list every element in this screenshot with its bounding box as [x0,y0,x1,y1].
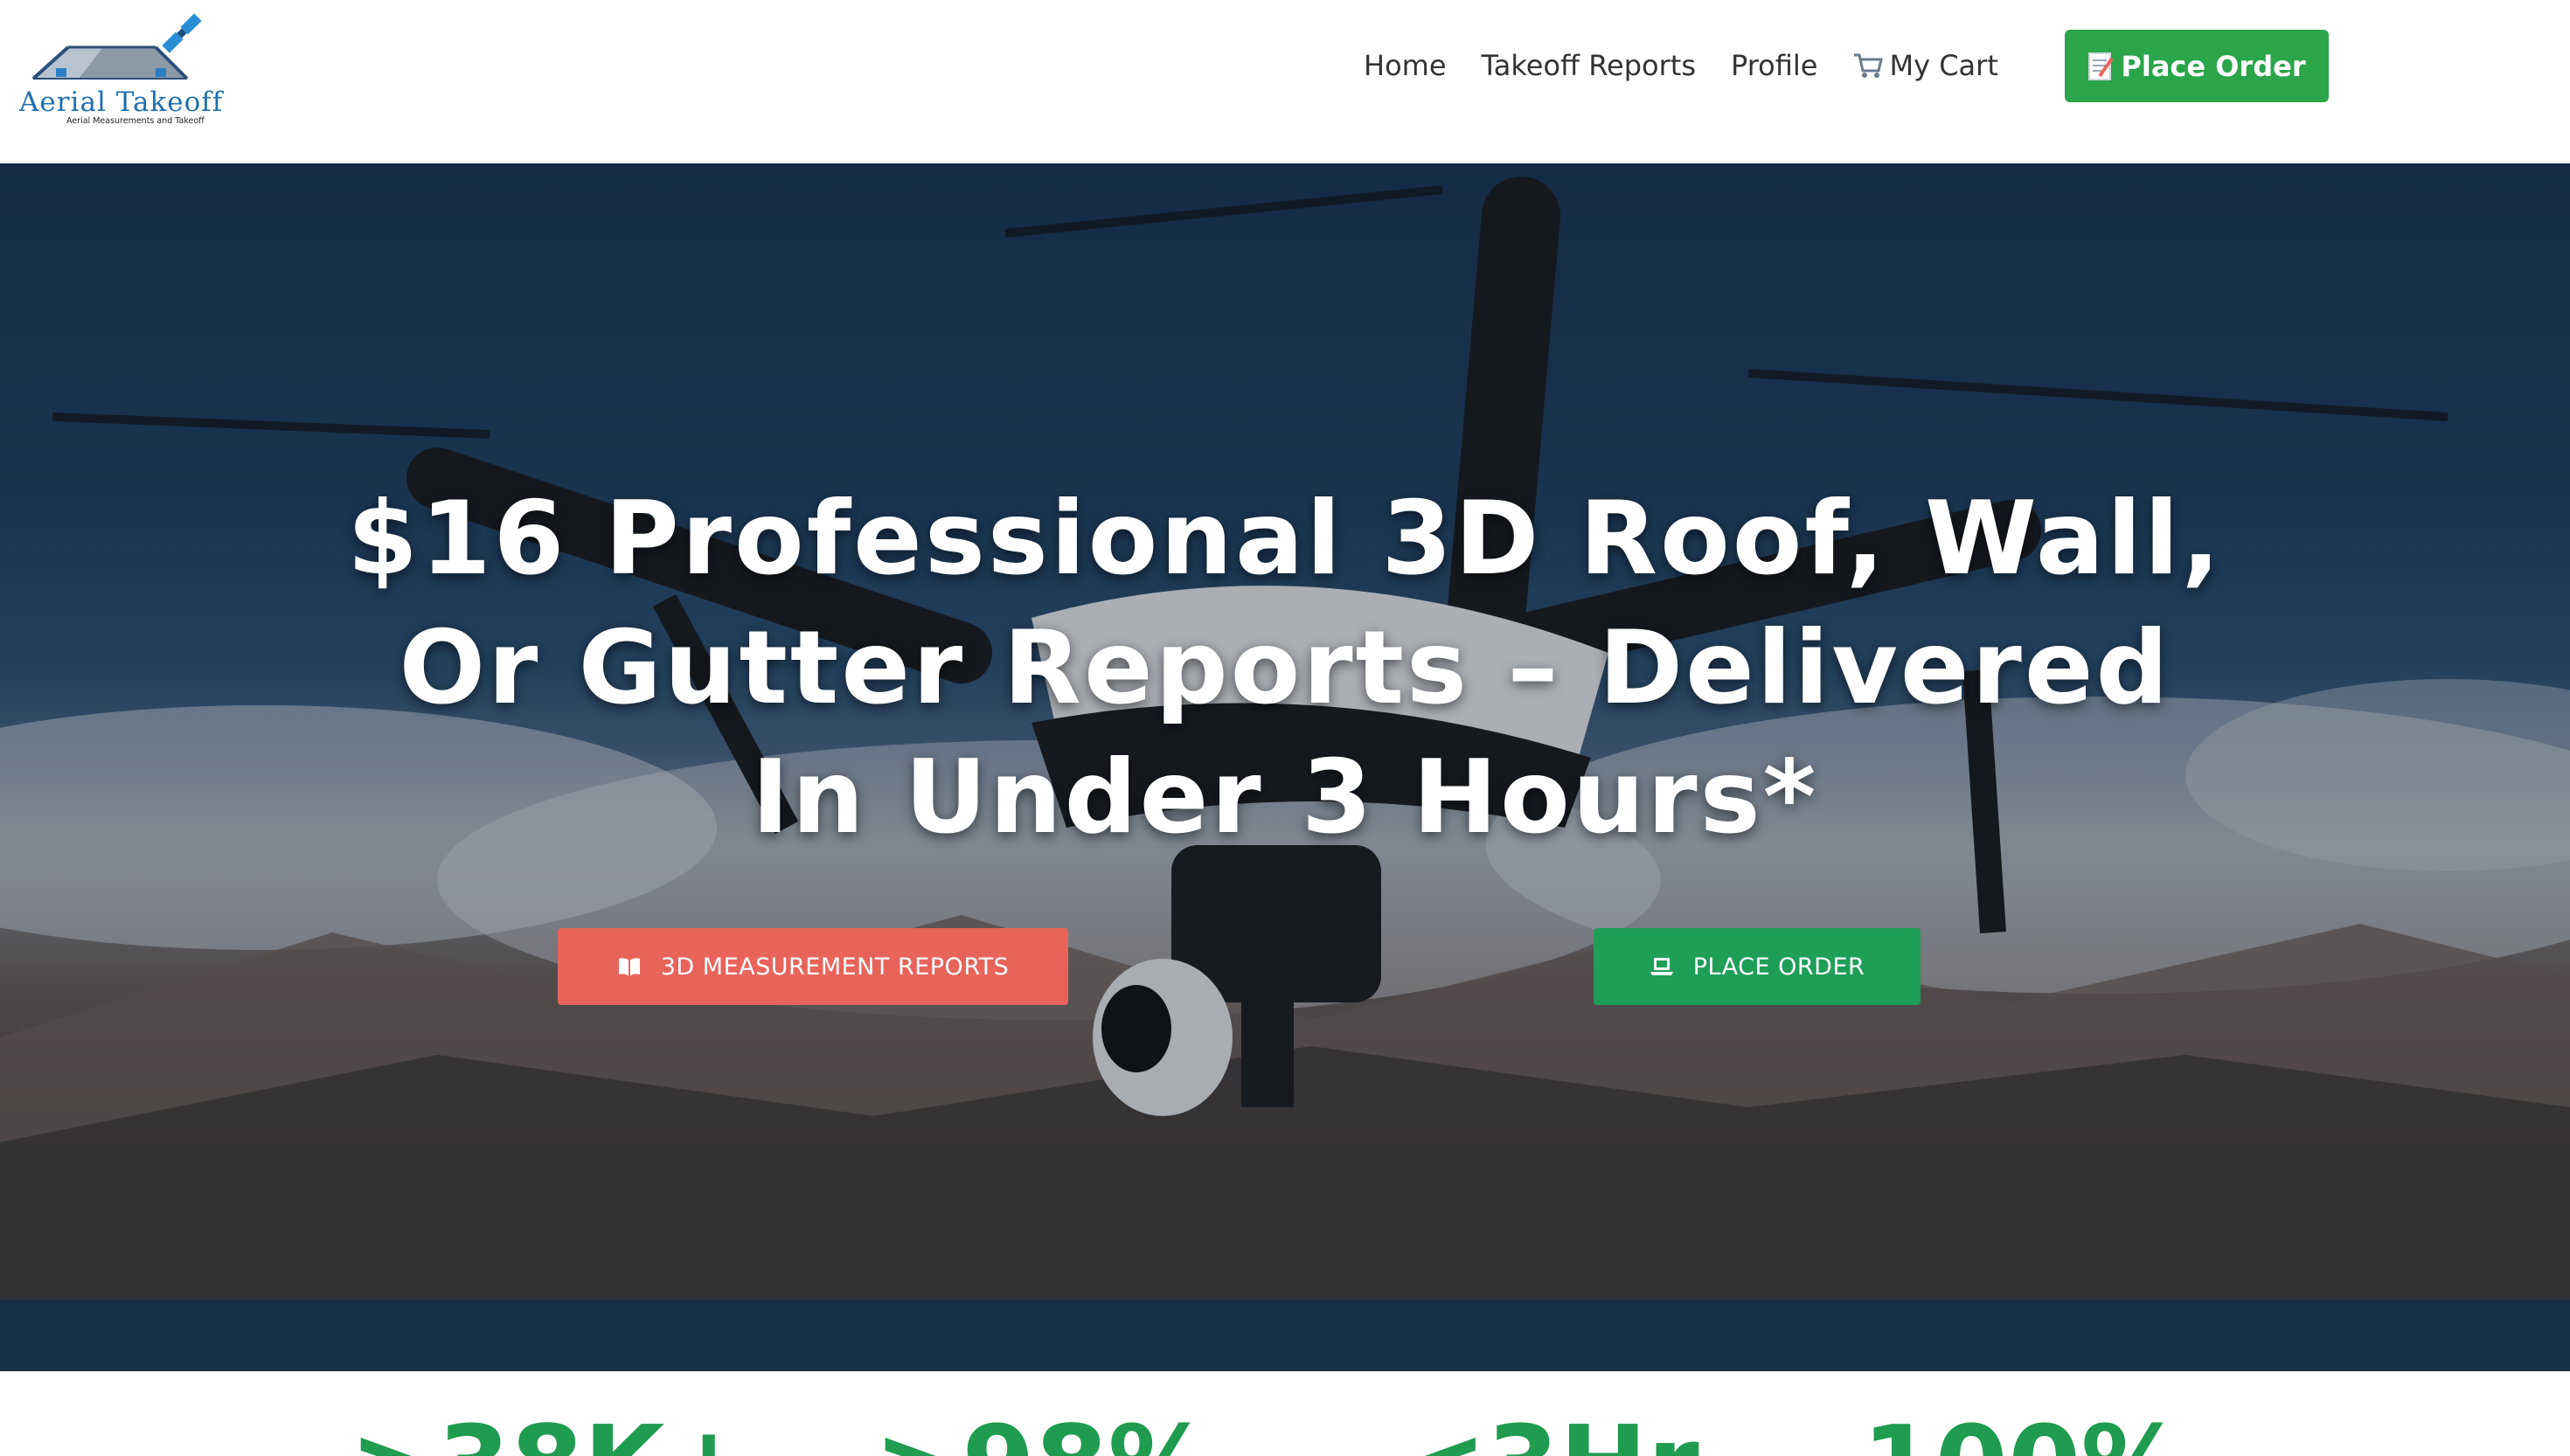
nav-item-label: Profile [1730,49,1818,82]
house-satellite-logo-icon [31,13,202,80]
hero-bottom-strip [0,1300,2570,1371]
nav-item-my-cart[interactable]: My Cart [1852,49,1998,82]
hero-place-order-label: PLACE ORDER [1692,953,1865,981]
hero-headline-line: $16 Professional 3D Roof, Wall, [347,480,2223,598]
stat-value: >38K+ [350,1413,753,1456]
hero-place-order-button[interactable]: PLACE ORDER [1594,928,1921,1005]
logo-title: Aerial Takeoff [19,87,224,118]
nav-item-label: Takeoff Reports [1481,49,1696,82]
measurement-reports-button[interactable]: 3D MEASUREMENT REPORTS [558,928,1068,1005]
nav-item-home[interactable]: Home [1364,49,1447,82]
nav-item-takeoff-reports[interactable]: Takeoff Reports [1482,49,1696,82]
book-icon [618,958,640,976]
nav-item-profile[interactable]: Profile [1731,49,1818,82]
cart-icon [1854,53,1884,78]
hero-headline-line: In Under 3 Hours* [751,738,1819,856]
laptop-icon [1650,958,1673,975]
main-nav: Home Takeoff Reports Profile My Cart [1364,0,2033,131]
stat-value: >98% [874,1413,1213,1456]
stats-section: >38K+ >98% <3Hr 100% [0,1371,2570,1456]
hero-headline-line: Or Gutter Reports – Delivered [399,609,2171,727]
stat-value: 100% [1862,1413,2186,1456]
stat-value: <3Hr [1399,1413,1699,1456]
nav-item-label: Home [1364,49,1447,82]
logo-subtitle: Aerial Measurements and Takeoff [66,116,205,126]
memo-icon [2088,52,2115,80]
site-header: Aerial Takeoff Aerial Measurements and T… [0,0,2570,163]
hero-section: $16 Professional 3D Roof, Wall, Or Gutte… [0,163,2570,1300]
nav-item-label: My Cart [1889,49,1998,82]
hero-headline: $16 Professional 3D Roof, Wall, Or Gutte… [262,475,2308,863]
place-order-label: Place Order [2121,49,2306,83]
place-order-button[interactable]: Place Order [2065,30,2329,102]
measurement-reports-label: 3D MEASUREMENT REPORTS [660,953,1010,981]
logo[interactable]: Aerial Takeoff Aerial Measurements and T… [16,7,226,125]
